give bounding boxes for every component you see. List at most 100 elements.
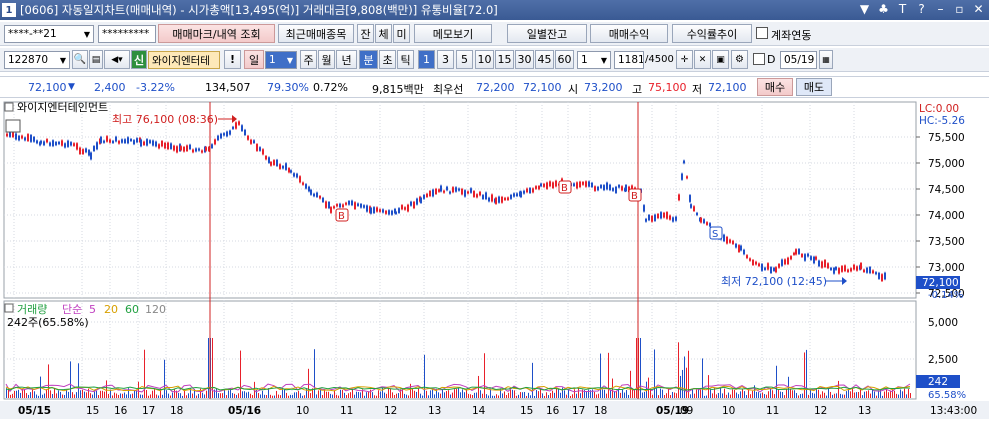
- period-tick-button[interactable]: 틱: [397, 50, 414, 69]
- interval-15-button[interactable]: 15: [495, 50, 514, 69]
- save-icon[interactable]: ▣: [712, 50, 729, 69]
- candle: [787, 257, 789, 265]
- balance-button[interactable]: 잔: [357, 24, 374, 43]
- link-icon[interactable]: ♣: [877, 2, 890, 16]
- speaker-icon[interactable]: ◀▾: [104, 50, 130, 69]
- volume-bar: [264, 394, 265, 398]
- gear-icon[interactable]: ⚙: [731, 50, 748, 69]
- candle: [678, 194, 680, 201]
- interval-3-button[interactable]: 3: [437, 50, 454, 69]
- volume-bar: [884, 391, 885, 398]
- candle: [473, 191, 475, 197]
- period-year-button[interactable]: 년: [336, 50, 357, 69]
- password-input[interactable]: *********: [98, 25, 156, 43]
- price-tick-label: 75,000: [928, 158, 965, 170]
- volume-bar: [168, 393, 169, 398]
- candle: [729, 239, 731, 243]
- stock-code-value: 122870: [8, 54, 49, 66]
- buy-marker[interactable]: B: [335, 208, 349, 222]
- buy-marker[interactable]: B: [558, 180, 572, 194]
- volume-bar: [836, 393, 837, 398]
- stock-code-input[interactable]: 122870 ▼: [4, 51, 70, 69]
- panel-icon[interactable]: [4, 102, 14, 112]
- calendar-icon[interactable]: ▦: [819, 50, 833, 69]
- volume-bar: [882, 395, 883, 398]
- period-month-button[interactable]: 월: [318, 50, 335, 69]
- volume-bar: [722, 393, 723, 398]
- volume-bar: [206, 390, 207, 398]
- volume-bar: [308, 368, 309, 398]
- volume-panel-icon[interactable]: [4, 303, 14, 313]
- volume-bar: [88, 388, 89, 398]
- volume-bar: [810, 389, 811, 398]
- volume-bar: [386, 393, 387, 398]
- maximize-icon[interactable]: ▫: [953, 2, 966, 16]
- candle: [285, 163, 287, 170]
- chart-area[interactable]: 75,500 75,000 74,500 74,000 73,500 73,000 72,5…: [0, 100, 989, 419]
- period-week-button[interactable]: 주: [300, 50, 317, 69]
- trade-mark-query-button[interactable]: 매매마크/내역 조회: [158, 24, 275, 43]
- minimize-icon[interactable]: –: [934, 2, 947, 16]
- alert-icon[interactable]: !: [224, 50, 241, 69]
- volume-bar: [718, 392, 719, 398]
- recent-trades-button[interactable]: 최근매매종목: [278, 24, 354, 43]
- tool-icon[interactable]: ✛: [676, 50, 693, 69]
- unexecuted-button[interactable]: 미: [393, 24, 410, 43]
- volume-bar: [174, 389, 175, 398]
- memo-button[interactable]: 메모보기: [414, 24, 492, 43]
- period-second-button[interactable]: 초: [379, 50, 396, 69]
- candle: [18, 135, 20, 141]
- candle: [498, 196, 500, 203]
- volume-bar: [772, 390, 773, 398]
- candle: [170, 143, 172, 149]
- volume-bar: [828, 388, 829, 398]
- period-day-button[interactable]: 일: [244, 50, 264, 69]
- font-icon[interactable]: T: [896, 2, 909, 16]
- return-trend-button[interactable]: 수익률추이: [672, 24, 752, 43]
- volume-bar: [358, 392, 359, 398]
- crosshair-icon[interactable]: ✕: [694, 50, 711, 69]
- candle: [407, 204, 409, 212]
- trade-profit-button[interactable]: 매매수익: [590, 24, 668, 43]
- volume-bar: [660, 388, 661, 398]
- table-icon[interactable]: [5, 119, 21, 133]
- volume-bar: [390, 389, 391, 398]
- volume-bar: [84, 391, 85, 398]
- interval-1-button[interactable]: 1: [418, 50, 435, 69]
- buy-button[interactable]: 매수: [757, 78, 793, 96]
- price-volume-chart[interactable]: 75,50075,00074,50074,00073,50073,00072,5…: [0, 100, 989, 419]
- candle: [693, 206, 695, 212]
- interval-45-button[interactable]: 45: [535, 50, 554, 69]
- account-link-checkbox[interactable]: [756, 27, 768, 39]
- period-select[interactable]: 1 ▼: [265, 51, 297, 69]
- interval-60-button[interactable]: 60: [555, 50, 574, 69]
- period-minute-button[interactable]: 분: [359, 50, 378, 69]
- bars-count-input[interactable]: 1181: [614, 51, 644, 69]
- interval-10-button[interactable]: 10: [475, 50, 494, 69]
- volume-bar: [32, 389, 33, 398]
- sell-button[interactable]: 매도: [796, 78, 832, 96]
- interval-5-button[interactable]: 5: [456, 50, 473, 69]
- count-select[interactable]: 1 ▼: [577, 51, 611, 69]
- help-icon[interactable]: ?: [915, 2, 928, 16]
- candle: [115, 136, 117, 142]
- daily-balance-button[interactable]: 일별잔고: [507, 24, 587, 43]
- buy-marker[interactable]: B: [628, 188, 642, 202]
- close-icon[interactable]: ✕: [972, 2, 985, 16]
- stock-name-field[interactable]: 와이지엔터테: [148, 51, 220, 69]
- date-input[interactable]: 05/19: [780, 51, 817, 69]
- volume-bar: [310, 393, 311, 398]
- date-checkbox[interactable]: [753, 53, 765, 65]
- volume-bar: [530, 395, 531, 398]
- sell-marker[interactable]: S: [709, 226, 723, 240]
- account-select[interactable]: ****-**21 ▼: [4, 25, 94, 43]
- volume-bar: [360, 392, 361, 398]
- volume-bar: [502, 393, 503, 398]
- dropdown-icon[interactable]: ▼: [858, 2, 871, 16]
- interval-30-button[interactable]: 30: [515, 50, 534, 69]
- volume-bar: [858, 392, 859, 398]
- executed-button[interactable]: 체: [375, 24, 392, 43]
- search-icon[interactable]: 🔍: [72, 50, 88, 69]
- list-icon[interactable]: ▤: [89, 50, 103, 69]
- volume-bar: [854, 392, 855, 398]
